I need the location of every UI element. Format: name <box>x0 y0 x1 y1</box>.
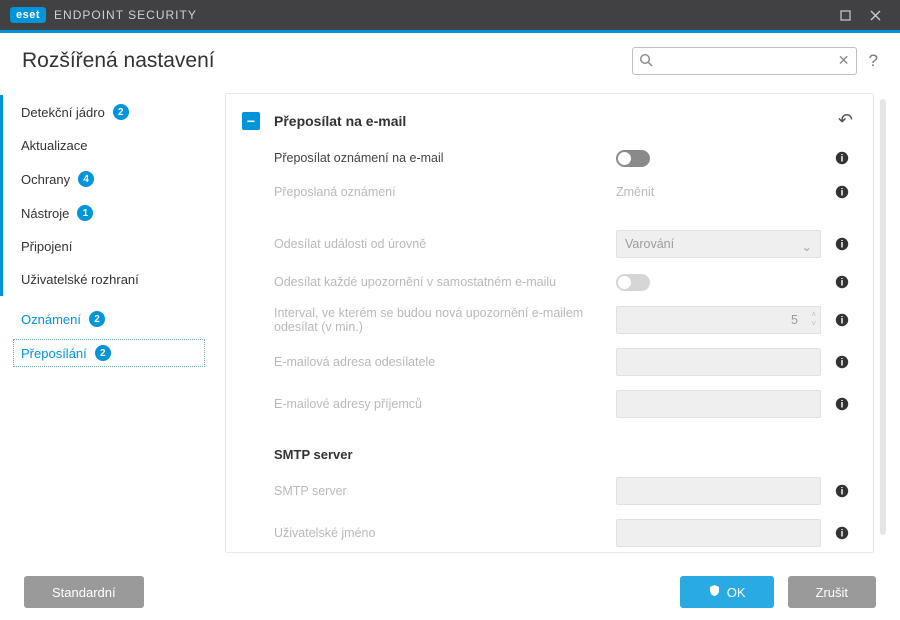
sidebar-sub-notifications[interactable]: Oznámení 2 <box>0 302 209 336</box>
page-title: Rozšířená nastavení <box>22 49 215 73</box>
info-icon[interactable]: i <box>831 397 853 411</box>
row-label-interval: Interval, ve kterém se budou nová upozor… <box>274 306 616 334</box>
sidebar-item-detection-core[interactable]: Detekční jádro 2 <box>0 95 209 129</box>
stepper-interval: 5 ˄˅ <box>616 306 821 334</box>
input-sender <box>616 348 821 376</box>
default-button[interactable]: Standardní <box>24 576 144 608</box>
clear-icon[interactable]: ✕ <box>838 52 850 69</box>
svg-text:i: i <box>841 278 844 289</box>
info-icon[interactable]: i <box>831 313 853 327</box>
search-icon <box>639 53 653 72</box>
row-label-separate: Odesílat každé upozornění v samostatném … <box>274 275 616 289</box>
chevron-up-icon: ˄ <box>811 310 816 319</box>
search-input[interactable] <box>632 47 857 75</box>
info-icon[interactable]: i <box>831 526 853 540</box>
select-level: Varování ⌄ <box>616 230 821 258</box>
row-label-smtp-server: SMTP server <box>274 484 616 498</box>
info-icon[interactable]: i <box>831 237 853 251</box>
input-smtp-server <box>616 477 821 505</box>
svg-text:i: i <box>841 240 844 251</box>
header: Rozšířená nastavení ✕ ? <box>0 33 900 85</box>
svg-text:i: i <box>841 529 844 540</box>
sidebar-badge: 2 <box>89 311 105 327</box>
info-icon[interactable]: i <box>831 275 853 289</box>
chevron-down-icon: ⌄ <box>802 239 812 254</box>
row-label-sender: E-mailová adresa odesílatele <box>274 355 616 369</box>
window-maximize-icon[interactable] <box>830 0 860 30</box>
window-close-icon[interactable] <box>860 0 890 30</box>
sidebar-item-label: Přeposílání <box>21 346 87 361</box>
stepper-value: 5 <box>791 313 798 327</box>
sidebar-item-label: Uživatelské rozhraní <box>21 272 139 287</box>
input-smtp-user <box>616 519 821 547</box>
ok-label: OK <box>727 585 746 600</box>
svg-text:i: i <box>841 316 844 327</box>
sidebar-item-tools[interactable]: Nástroje 1 <box>0 196 209 230</box>
sidebar-sub-forwarding[interactable]: Přeposílání 2 <box>0 336 209 370</box>
info-icon[interactable]: i <box>831 151 853 165</box>
change-link: Změnit <box>616 185 654 199</box>
sidebar-item-label: Detekční jádro <box>21 105 105 120</box>
settings-panel: − Přeposílat na e-mail ↶ Přeposílat ozná… <box>225 93 874 553</box>
row-label-smtp-user: Uživatelské jméno <box>274 526 616 540</box>
smtp-heading: SMTP server <box>226 425 873 470</box>
input-recipients <box>616 390 821 418</box>
info-icon[interactable]: i <box>831 355 853 369</box>
undo-icon[interactable]: ↶ <box>838 110 853 131</box>
sidebar-item-label: Nástroje <box>21 206 69 221</box>
row-label-recipients: E-mailové adresy příjemců <box>274 397 616 411</box>
svg-text:i: i <box>841 358 844 369</box>
scrollbar[interactable] <box>880 99 886 535</box>
sidebar-item-label: Ochrany <box>21 172 70 187</box>
shield-icon <box>708 584 721 600</box>
help-icon[interactable]: ? <box>869 51 878 71</box>
row-label-level: Odesílat události od úrovně <box>274 237 616 251</box>
sidebar-badge: 2 <box>95 345 111 361</box>
svg-text:i: i <box>841 154 844 165</box>
footer: Standardní OK Zrušit <box>0 564 900 620</box>
brand-badge: eset <box>10 7 46 23</box>
row-label-forwarded: Přeposlaná oznámení <box>274 185 616 199</box>
collapse-icon[interactable]: − <box>242 112 260 130</box>
titlebar: eset ENDPOINT SECURITY <box>0 0 900 30</box>
row-label-forward: Přeposílat oznámení na e-mail <box>274 151 616 165</box>
ok-button[interactable]: OK <box>680 576 774 608</box>
search-field[interactable]: ✕ <box>632 47 857 75</box>
sidebar: Detekční jádro 2 Aktualizace Ochrany 4 N… <box>0 85 215 565</box>
svg-text:i: i <box>841 487 844 498</box>
select-value: Varování <box>625 237 674 251</box>
sidebar-item-protections[interactable]: Ochrany 4 <box>0 162 209 196</box>
cancel-button[interactable]: Zrušit <box>788 576 877 608</box>
chevron-down-icon: ˅ <box>811 319 816 328</box>
svg-text:i: i <box>841 188 844 199</box>
sidebar-item-label: Aktualizace <box>21 138 87 153</box>
sidebar-badge: 2 <box>113 104 129 120</box>
sidebar-item-update[interactable]: Aktualizace <box>0 129 209 162</box>
toggle-forward[interactable] <box>616 150 650 167</box>
sidebar-item-label: Oznámení <box>21 312 81 327</box>
section-title: Přeposílat na e-mail <box>274 113 406 129</box>
sidebar-badge: 1 <box>77 205 93 221</box>
sidebar-item-ui[interactable]: Uživatelské rozhraní <box>0 263 209 296</box>
sidebar-badge: 4 <box>78 171 94 187</box>
info-icon[interactable]: i <box>831 185 853 199</box>
sidebar-item-connection[interactable]: Připojení <box>0 230 209 263</box>
product-name: ENDPOINT SECURITY <box>54 8 197 22</box>
info-icon[interactable]: i <box>831 484 853 498</box>
svg-text:i: i <box>841 400 844 411</box>
sidebar-item-label: Připojení <box>21 239 72 254</box>
toggle-separate <box>616 274 650 291</box>
